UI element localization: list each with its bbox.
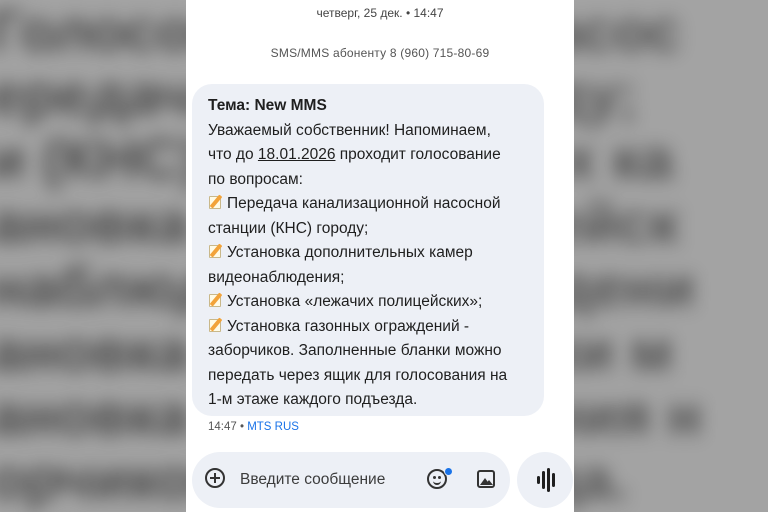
memo-emoji-icon	[208, 316, 224, 333]
message-time: 14:47 •	[208, 421, 244, 433]
message-input[interactable]	[240, 470, 420, 490]
message-meta: 14:47 • MTS RUS	[208, 421, 299, 433]
messages-screen: четверг, 25 дек. • 14:47 SMS/MMS абонент…	[186, 0, 574, 512]
message-text: проходит голосование	[335, 146, 501, 163]
memo-emoji-icon	[208, 194, 224, 210]
date-link[interactable]: 18.01.2026	[258, 146, 336, 163]
message-text: что до	[208, 146, 258, 163]
memo-emoji-icon	[208, 292, 224, 308]
message-text: Установка дополнительных камер	[227, 244, 473, 261]
message-text: Передача канализационной насосной	[227, 195, 501, 212]
date-header: четверг, 25 дек. • 14:47	[316, 6, 444, 20]
blurred-background-left: Голосовередача ки (КНС)ановка днаблюдеан…	[0, 0, 186, 512]
message-line: видеонаблюдения;	[208, 268, 345, 286]
message-bubble[interactable]: Тема: New MMS Уважаемый собственник! Нап…	[192, 84, 544, 416]
carrier-label: MTS RUS	[247, 421, 299, 433]
message-line: Установка дополнительных камер	[208, 241, 530, 266]
message-line: Уважаемый собственник! Напоминаем,	[208, 121, 491, 139]
message-text: Установка «лежачих полицейских»;	[227, 293, 483, 310]
compose-bar	[192, 452, 510, 508]
message-line: Установка «лежачих полицейских»;	[208, 290, 530, 315]
recipient-info: SMS/MMS абоненту 8 (960) 715-80-69	[270, 46, 490, 60]
voice-message-button[interactable]	[517, 452, 573, 508]
message-line: Передача канализационной насосной	[208, 192, 530, 217]
notification-dot	[444, 467, 453, 476]
message-text: Установка газонных ограждений -	[227, 317, 470, 335]
blurred-background-right: насосоду;ых кацейскжденинки мания нзда.	[574, 0, 768, 512]
memo-emoji-icon	[208, 243, 224, 259]
message-subject: Тема: New MMS	[208, 97, 327, 114]
gallery-icon[interactable]	[477, 470, 495, 488]
message-line: станции (КНС) городу;	[208, 219, 369, 237]
message-line: передать через ящик для голосования на	[208, 366, 508, 384]
message-line: 1-м этаже каждого подъезда.	[208, 391, 418, 408]
add-circle-icon[interactable]	[205, 468, 225, 488]
message-line: Установка газонных ограждений -	[208, 315, 530, 340]
message-line: заборчиков. Заполненные бланки можно	[208, 342, 502, 359]
message-line: что до 18.01.2026 проходит голосование	[208, 143, 530, 168]
message-line: по вопросам:	[208, 170, 303, 188]
